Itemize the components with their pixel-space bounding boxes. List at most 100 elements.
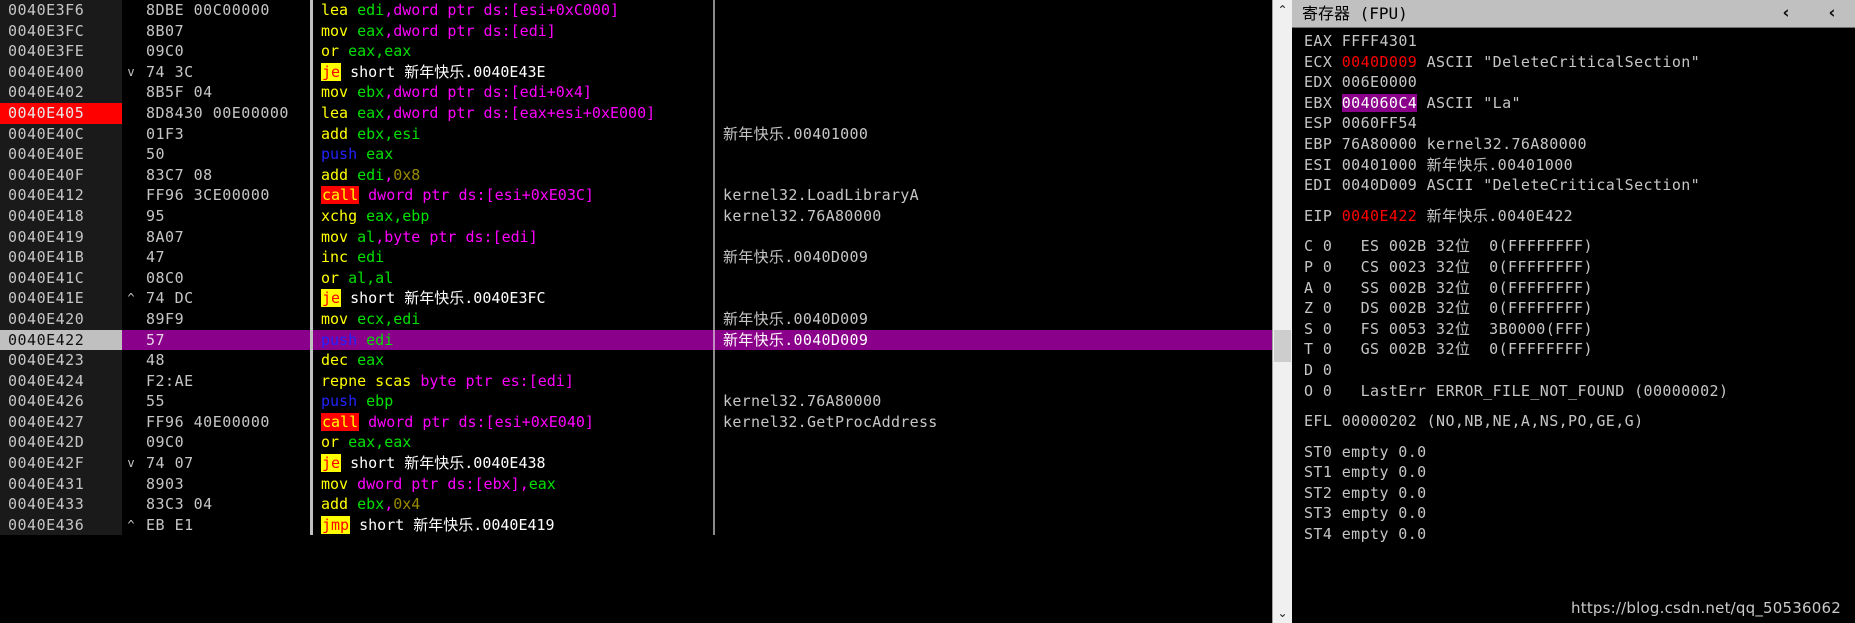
register-value[interactable]: 0040D009 xyxy=(1342,53,1417,71)
register-row-efl[interactable]: EFL 00000202 (NO,NB,NE,A,NS,PO,GE,G) xyxy=(1304,411,1855,432)
flag-row-z[interactable]: Z 0 DS 002B 32位 0(FFFFFFFF) xyxy=(1304,298,1855,319)
flag-text[interactable]: Z 0 DS 002B 32位 0(FFFFFFFF) xyxy=(1304,299,1593,317)
row-address[interactable]: 0040E436 xyxy=(0,514,122,536)
flag-row-p[interactable]: P 0 CS 0023 32位 0(FFFFFFFF) xyxy=(1304,257,1855,278)
row-address[interactable]: 0040E40E xyxy=(0,144,122,165)
disassembly-row[interactable]: 0040E422 57 push edi 新年快乐.0040D009 xyxy=(0,329,1272,351)
fpu-row-st2[interactable]: ST2 empty 0.0 xyxy=(1304,483,1855,504)
row-address[interactable]: 0040E41E xyxy=(0,288,122,309)
row-address[interactable]: 0040E42F xyxy=(0,453,122,474)
row-instruction[interactable]: mov al,byte ptr ds:[edi] xyxy=(313,226,713,248)
flag-row-o[interactable]: O 0 LastErr ERROR_FILE_NOT_FOUND (000000… xyxy=(1304,381,1855,402)
flag-text[interactable]: S 0 FS 0053 32位 3B0000(FFF) xyxy=(1304,320,1593,338)
register-name[interactable]: EBP xyxy=(1304,135,1342,153)
register-row-esi[interactable]: ESI 00401000 新年快乐.00401000 xyxy=(1304,155,1855,176)
register-comment[interactable]: 新年快乐.0040E422 xyxy=(1417,207,1573,225)
row-instruction[interactable]: lea eax,dword ptr ds:[eax+esi+0xE000] xyxy=(313,102,713,124)
row-address[interactable]: 0040E400 xyxy=(0,61,122,83)
row-instruction[interactable]: dec eax xyxy=(313,350,713,371)
register-name[interactable]: EBX xyxy=(1304,94,1342,112)
disassembly-row[interactable]: 0040E402 8B5F 04 mov ebx,dword ptr ds:[edi… xyxy=(0,82,1272,103)
flag-row-a[interactable]: A 0 SS 002B 32位 0(FFFFFFFF) xyxy=(1304,278,1855,299)
disassembly-row[interactable]: 0040E41C 08C0 or al,al xyxy=(0,267,1272,289)
disassembly-row[interactable]: 0040E431 8903 mov dword ptr ds:[ebx],eax xyxy=(0,473,1272,495)
disassembly-row[interactable]: 0040E426 55 push ebp kernel32.76A80000 xyxy=(0,391,1272,412)
row-instruction[interactable]: repne scas byte ptr es:[edi] xyxy=(313,370,713,392)
row-address[interactable]: 0040E431 xyxy=(0,473,122,495)
disassembly-row[interactable]: 0040E424 F2:AE repne scas byte ptr es:[edi… xyxy=(0,370,1272,392)
row-address[interactable]: 0040E427 xyxy=(0,411,122,433)
fpu-row-st0[interactable]: ST0 empty 0.0 xyxy=(1304,442,1855,463)
row-instruction[interactable]: je short 新年快乐.0040E438 xyxy=(313,453,713,474)
register-name[interactable]: ESP xyxy=(1304,114,1342,132)
row-address[interactable]: 0040E424 xyxy=(0,370,122,392)
row-instruction[interactable]: je short 新年快乐.0040E43E xyxy=(313,61,713,83)
register-value[interactable]: 0040D009 xyxy=(1342,176,1417,194)
row-instruction[interactable]: push eax xyxy=(313,144,713,165)
registers-content[interactable]: EAX FFFF4301 ECX 0040D009 ASCII "DeleteCr… xyxy=(1292,28,1855,545)
register-comment[interactable]: kernel32.76A80000 xyxy=(1417,135,1587,153)
efl-text[interactable]: EFL 00000202 (NO,NB,NE,A,NS,PO,GE,G) xyxy=(1304,412,1644,430)
register-row-eax[interactable]: EAX FFFF4301 xyxy=(1304,31,1855,52)
chevron-left-icon-1[interactable]: ‹ xyxy=(1763,0,1809,27)
row-instruction[interactable]: or eax,eax xyxy=(313,432,713,454)
row-address[interactable]: 0040E40C xyxy=(0,123,122,145)
row-instruction[interactable]: or al,al xyxy=(313,267,713,289)
row-instruction[interactable]: mov ebx,dword ptr ds:[edi+0x4] xyxy=(313,82,713,103)
fpu-text[interactable]: ST0 empty 0.0 xyxy=(1304,443,1427,461)
fpu-text[interactable]: ST3 empty 0.0 xyxy=(1304,504,1427,522)
disassembly-pane[interactable]: 0040E3F6 8DBE 00C00000 lea edi,dword ptr d… xyxy=(0,0,1272,623)
row-instruction[interactable]: push edi xyxy=(313,329,713,351)
chevron-left-icon-2[interactable]: ‹ xyxy=(1809,0,1855,27)
row-instruction[interactable]: call dword ptr ds:[esi+0xE03C] xyxy=(313,185,713,206)
register-comment[interactable]: 新年快乐.00401000 xyxy=(1417,156,1573,174)
disassembly-row[interactable]: 0040E42D 09C0 or eax,eax xyxy=(0,432,1272,454)
scroll-up-button[interactable]: ⌃ xyxy=(1273,0,1292,20)
row-address[interactable]: 0040E40F xyxy=(0,164,122,186)
register-name[interactable]: ESI xyxy=(1304,156,1342,174)
register-name[interactable]: EDI xyxy=(1304,176,1342,194)
fpu-row-st1[interactable]: ST1 empty 0.0 xyxy=(1304,462,1855,483)
registers-pane[interactable]: 寄存器 (FPU) ‹ ‹ EAX FFFF4301 ECX 0040D009 A… xyxy=(1292,0,1855,623)
row-address[interactable]: 0040E41B xyxy=(0,247,122,268)
register-row-ecx[interactable]: ECX 0040D009 ASCII "DeleteCriticalSectio… xyxy=(1304,52,1855,73)
flag-row-c[interactable]: C 0 ES 002B 32位 0(FFFFFFFF) xyxy=(1304,236,1855,257)
disassembly-row[interactable]: 0040E42F v 74 07 je short 新年快乐.0040E438 xyxy=(0,453,1272,474)
register-name[interactable]: EIP xyxy=(1304,207,1342,225)
register-name[interactable]: ECX xyxy=(1304,53,1342,71)
flag-text[interactable]: C 0 ES 002B 32位 0(FFFFFFFF) xyxy=(1304,237,1593,255)
disassembly-row[interactable]: 0040E40E 50 push eax xyxy=(0,144,1272,165)
disassembly-row[interactable]: 0040E3F6 8DBE 00C00000 lea edi,dword ptr d… xyxy=(0,0,1272,21)
row-address[interactable]: 0040E423 xyxy=(0,350,122,371)
fpu-row-st3[interactable]: ST3 empty 0.0 xyxy=(1304,503,1855,524)
row-instruction[interactable]: lea edi,dword ptr ds:[esi+0xC000] xyxy=(313,0,713,21)
row-address[interactable]: 0040E433 xyxy=(0,494,122,515)
disassembly-row[interactable]: 0040E40F 83C7 08 add edi,0x8 xyxy=(0,164,1272,186)
row-instruction[interactable]: or eax,eax xyxy=(313,41,713,62)
disassembly-row[interactable]: 0040E419 8A07 mov al,byte ptr ds:[edi] xyxy=(0,226,1272,248)
row-instruction[interactable]: add ebx,0x4 xyxy=(313,494,713,515)
row-address[interactable]: 0040E405 xyxy=(0,102,122,124)
disassembly-row[interactable]: 0040E41E ^ 74 DC je short 新年快乐.0040E3FC xyxy=(0,288,1272,309)
row-address[interactable]: 0040E418 xyxy=(0,205,122,227)
disassembly-row[interactable]: 0040E41B 47 inc edi 新年快乐.0040D009 xyxy=(0,247,1272,268)
disassembly-row-list[interactable]: 0040E3F6 8DBE 00C00000 lea edi,dword ptr d… xyxy=(0,0,1272,536)
disassembly-row[interactable]: 0040E427 FF96 40E00000 call dword ptr ds:[… xyxy=(0,411,1272,433)
row-address[interactable]: 0040E42D xyxy=(0,432,122,454)
disassembly-row[interactable]: 0040E423 48 dec eax xyxy=(0,350,1272,371)
register-row-edx[interactable]: EDX 006E0000 xyxy=(1304,72,1855,93)
disassembly-row[interactable]: 0040E418 95 xchg eax,ebp kernel32.76A80000 xyxy=(0,205,1272,227)
flag-text[interactable]: O 0 LastErr ERROR_FILE_NOT_FOUND (000000… xyxy=(1304,382,1728,400)
disassembly-row[interactable]: 0040E436 ^ EB E1 jmp short 新年快乐.0040E419 xyxy=(0,514,1272,536)
register-comment[interactable]: ASCII "DeleteCriticalSection" xyxy=(1417,176,1700,194)
register-row-esp[interactable]: ESP 0060FF54 xyxy=(1304,113,1855,134)
row-instruction[interactable]: add edi,0x8 xyxy=(313,164,713,186)
disassembly-row[interactable]: 0040E412 FF96 3CE00000 call dword ptr ds:[… xyxy=(0,185,1272,206)
register-row-eip[interactable]: EIP 0040E422 新年快乐.0040E422 xyxy=(1304,206,1855,227)
flag-text[interactable]: A 0 SS 002B 32位 0(FFFFFFFF) xyxy=(1304,279,1593,297)
register-value[interactable]: 0060FF54 xyxy=(1342,114,1417,132)
row-instruction[interactable]: xchg eax,ebp xyxy=(313,205,713,227)
row-address[interactable]: 0040E422 xyxy=(0,329,122,351)
disassembly-row[interactable]: 0040E400 v 74 3C je short 新年快乐.0040E43E xyxy=(0,61,1272,83)
row-address[interactable]: 0040E41C xyxy=(0,267,122,289)
